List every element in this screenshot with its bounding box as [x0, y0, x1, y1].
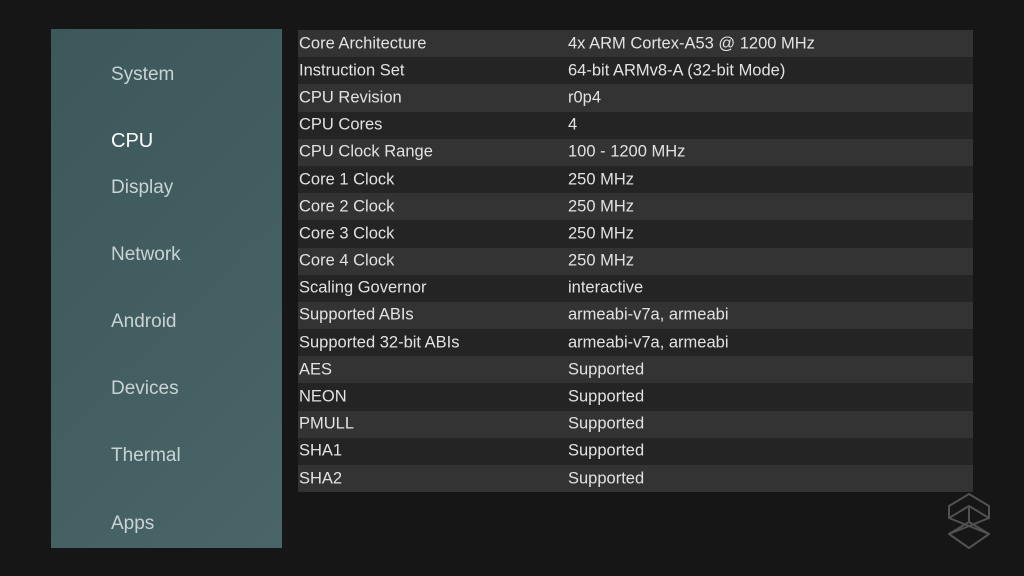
- info-row-cpu-cores: CPU Cores 4: [298, 111, 973, 139]
- info-row-supported-abis: Supported ABIs armeabi-v7a, armeabi: [298, 301, 973, 330]
- row-value: r0p4: [568, 88, 602, 107]
- info-row-core-architecture: Core Architecture 4x ARM Cortex-A53 @ 12…: [298, 30, 973, 58]
- row-value: Supported: [568, 414, 645, 433]
- row-value: Supported: [568, 387, 645, 406]
- row-label: CPU Clock Range: [299, 142, 433, 161]
- sidebar-item-cpu[interactable]: CPU: [111, 129, 153, 153]
- row-value: Supported: [568, 360, 645, 379]
- info-row-cpu-revision: CPU Revision r0p4: [298, 84, 973, 112]
- row-label: CPU Revision: [299, 88, 402, 107]
- row-label: NEON: [299, 387, 347, 406]
- row-label: Supported 32-bit ABIs: [299, 333, 460, 352]
- row-value: 250 MHz: [568, 224, 635, 243]
- info-row-core-4-clock: Core 4 Clock 250 MHz: [298, 247, 973, 275]
- row-label: Core 4 Clock: [299, 251, 395, 270]
- sidebar-item-apps[interactable]: Apps: [111, 512, 154, 536]
- site-logo-icon: [946, 492, 992, 550]
- info-row-aes: AES Supported: [298, 356, 973, 384]
- row-value: 100 - 1200 MHz: [568, 142, 686, 161]
- row-label: SHA2: [299, 469, 343, 488]
- row-label: Supported ABIs: [299, 305, 414, 324]
- row-value: 4x ARM Cortex-A53 @ 1200 MHz: [568, 34, 815, 53]
- row-label: Core 2 Clock: [299, 197, 395, 216]
- info-row-cpu-clock-range: CPU Clock Range 100 - 1200 MHz: [298, 138, 973, 166]
- row-value: Supported: [568, 469, 645, 488]
- info-row-core-1-clock: Core 1 Clock 250 MHz: [298, 165, 973, 194]
- row-value: 64-bit ARMv8-A (32-bit Mode): [568, 61, 786, 80]
- app-screen: System CPU Display Network Android Devic…: [0, 0, 1024, 576]
- row-label: Core 1 Clock: [299, 170, 395, 189]
- info-row-sha1: SHA1 Supported: [298, 437, 973, 465]
- row-label: AES: [299, 360, 333, 379]
- row-value: 250 MHz: [568, 170, 635, 189]
- sidebar-item-thermal[interactable]: Thermal: [111, 444, 181, 468]
- info-row-scaling-governor: Scaling Governor interactive: [298, 274, 973, 302]
- row-label: Instruction Set: [299, 61, 405, 80]
- cpu-info-table: Core Architecture 4x ARM Cortex-A53 @ 12…: [298, 30, 973, 493]
- row-label: Scaling Governor: [299, 278, 427, 297]
- info-row-pmull: PMULL Supported: [298, 410, 973, 438]
- info-row-neon: NEON Supported: [298, 383, 973, 411]
- row-label: Core 3 Clock: [299, 224, 395, 243]
- row-value: armeabi-v7a, armeabi: [568, 305, 729, 324]
- row-label: Core Architecture: [299, 34, 427, 53]
- row-value: 4: [568, 115, 578, 134]
- sidebar-nav: System CPU Display Network Android Devic…: [51, 29, 282, 548]
- sidebar-item-network[interactable]: Network: [111, 243, 181, 267]
- info-row-instruction-set: Instruction Set 64-bit ARMv8-A (32-bit M…: [298, 57, 973, 85]
- row-value: interactive: [568, 278, 644, 297]
- sidebar-item-android[interactable]: Android: [111, 310, 177, 334]
- row-label: CPU Cores: [299, 115, 383, 134]
- row-label: SHA1: [299, 441, 343, 460]
- sidebar-item-display[interactable]: Display: [111, 176, 173, 200]
- row-value: 250 MHz: [568, 197, 635, 216]
- info-row-core-2-clock: Core 2 Clock 250 MHz: [298, 193, 973, 221]
- row-value: 250 MHz: [568, 251, 635, 270]
- info-row-supported-32bit-abis: Supported 32-bit ABIs armeabi-v7a, armea…: [298, 329, 973, 357]
- row-value: armeabi-v7a, armeabi: [568, 333, 729, 352]
- row-value: Supported: [568, 441, 645, 460]
- sidebar-item-devices[interactable]: Devices: [111, 377, 179, 401]
- sidebar-item-system[interactable]: System: [111, 63, 174, 87]
- info-row-sha2: SHA2 Supported: [298, 465, 973, 493]
- row-label: PMULL: [299, 414, 355, 433]
- info-row-core-3-clock: Core 3 Clock 250 MHz: [298, 220, 973, 248]
